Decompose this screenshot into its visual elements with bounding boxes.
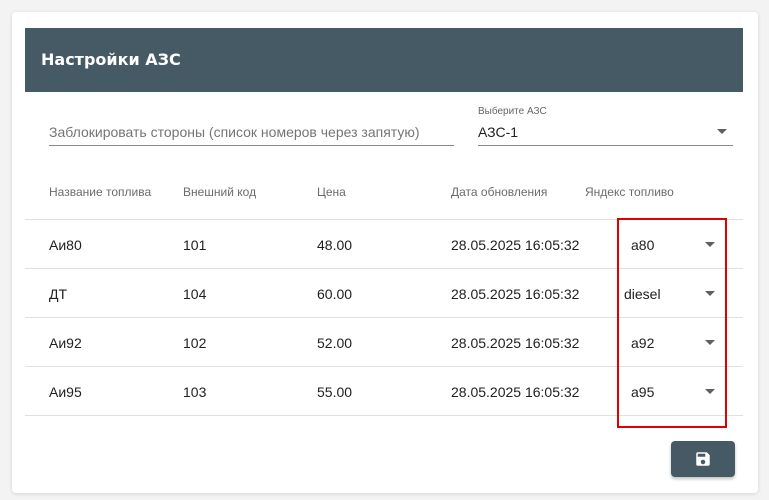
external-code: 102 [183,335,207,351]
chevron-down-icon [705,242,715,247]
table-row: Аи95 103 55.00 28.05.2025 16:05:32 a95 [25,367,743,416]
table-header: Название топлива Внешний код Цена Дата о… [25,170,743,220]
fuel-name: Аи95 [49,384,82,400]
column-header-external-code: Внешний код [183,185,257,199]
block-sides-input[interactable] [49,116,454,145]
external-code: 104 [183,286,207,302]
updated-at: 28.05.2025 16:05:32 [451,384,580,400]
save-button[interactable] [671,441,735,477]
block-sides-field[interactable] [49,116,454,146]
updated-at: 28.05.2025 16:05:32 [451,335,580,351]
column-header-fuel-name: Название топлива [49,185,152,199]
fuel-name: Аи92 [49,335,82,351]
table-row: ДТ 104 60.00 28.05.2025 16:05:32 diesel [25,269,743,318]
price: 48.00 [317,237,353,253]
fuel-table: Название топлива Внешний код Цена Дата о… [25,170,743,416]
column-header-price: Цена [317,185,346,199]
yandex-fuel-select[interactable]: a95 [623,377,719,407]
yandex-fuel-value: diesel [624,286,661,302]
yandex-fuel-value: a80 [631,237,655,253]
station-select-label: Выберите АЗС [478,106,547,117]
station-select[interactable]: Выберите АЗС АЗС-1 [478,104,733,146]
external-code: 101 [183,237,207,253]
updated-at: 28.05.2025 16:05:32 [451,237,580,253]
chevron-down-icon [717,129,727,134]
external-code: 103 [183,384,207,400]
chevron-down-icon [705,291,715,296]
fuel-name: ДТ [49,286,68,302]
column-header-updated: Дата обновления [451,185,548,199]
yandex-fuel-select[interactable]: a92 [623,328,719,358]
fuel-name: Аи80 [49,237,82,253]
yandex-fuel-value: a92 [631,335,655,351]
chevron-down-icon [705,340,715,345]
yandex-fuel-value: a95 [631,384,655,400]
table-row: Аи80 101 48.00 28.05.2025 16:05:32 a80 [25,220,743,269]
price: 60.00 [317,286,353,302]
updated-at: 28.05.2025 16:05:32 [451,286,580,302]
price: 55.00 [317,384,353,400]
chevron-down-icon [705,389,715,394]
yandex-fuel-select[interactable]: a80 [623,230,719,260]
yandex-fuel-select[interactable]: diesel [623,279,719,309]
table-row: Аи92 102 52.00 28.05.2025 16:05:32 a92 [25,318,743,367]
page-title: Настройки АЗС [25,28,743,92]
floppy-disk-icon [696,452,710,466]
station-select-value: АЗС-1 [478,124,519,140]
column-header-yandex-fuel: Яндекс топливо [585,185,674,199]
price: 52.00 [317,335,353,351]
